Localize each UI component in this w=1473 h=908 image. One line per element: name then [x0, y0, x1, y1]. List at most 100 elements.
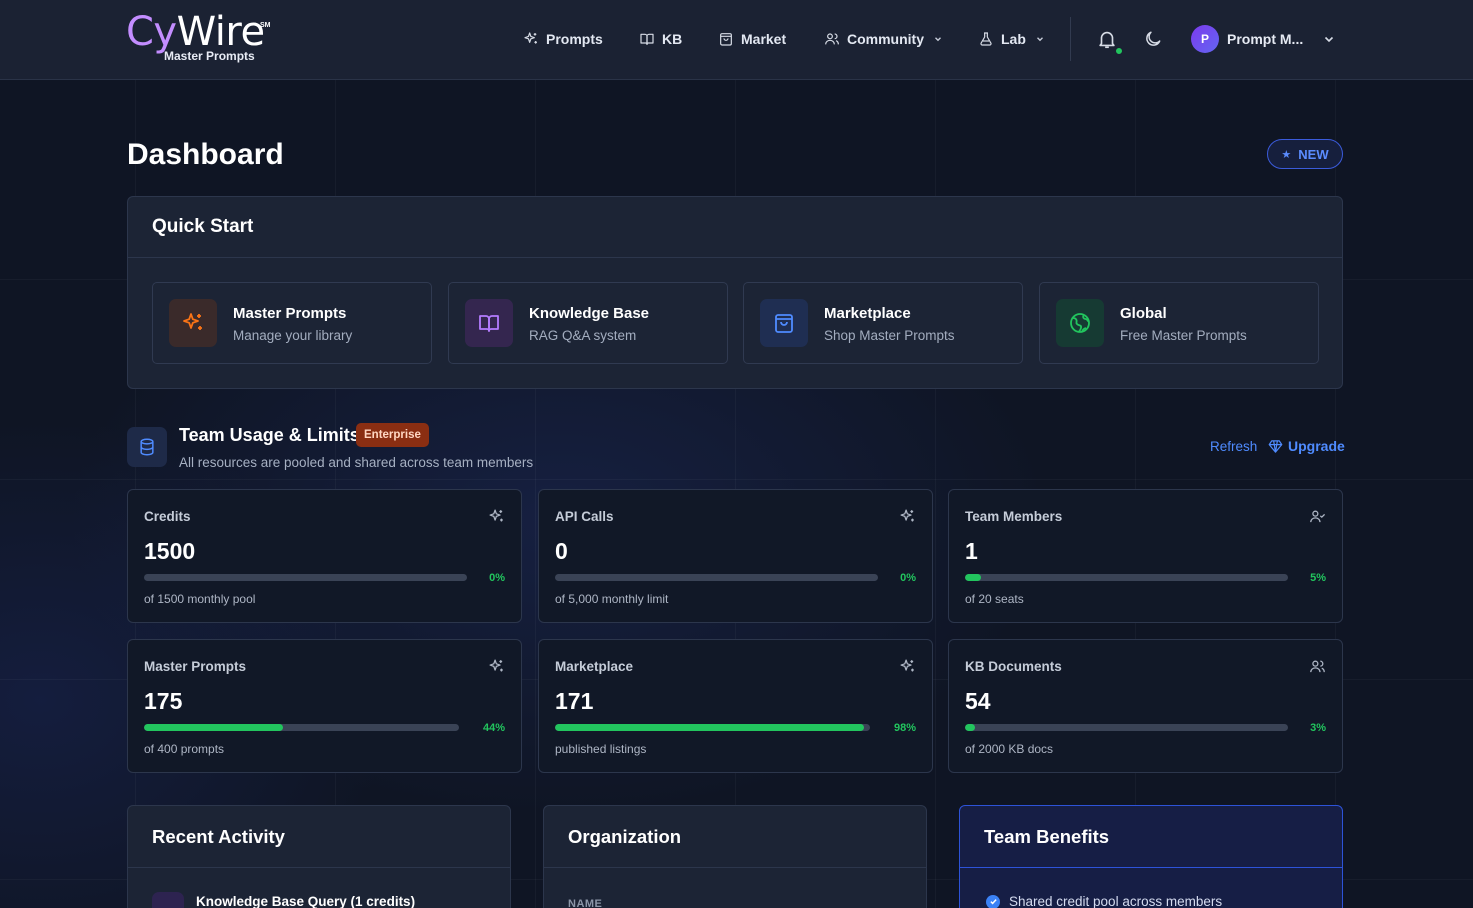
- book-icon: [640, 33, 654, 45]
- shopping-bag-icon: [775, 314, 793, 333]
- quick-start-card-title: Marketplace: [824, 305, 911, 322]
- usage-stat-card: Marketplace 171 98% published listings: [538, 639, 933, 773]
- activity-icon: [152, 892, 184, 908]
- stat-label: API Calls: [555, 509, 614, 524]
- shopping-bag-icon: [720, 33, 732, 46]
- stat-note: published listings: [555, 742, 647, 756]
- stat-percent: 98%: [893, 722, 916, 734]
- quick-start-panel: Quick Start Master Prompts Manage your l…: [127, 196, 1343, 389]
- plan-badge: Enterprise: [356, 423, 429, 447]
- quick-start-card-marketplace[interactable]: Marketplace Shop Master Prompts: [743, 282, 1023, 364]
- quick-start-card-master-prompts[interactable]: Master Prompts Manage your library: [152, 282, 432, 364]
- flask-icon: [980, 32, 992, 46]
- chevron-down-icon: [1036, 37, 1043, 42]
- database-icon: [127, 427, 167, 467]
- stat-note: of 400 prompts: [144, 742, 225, 756]
- stat-percent: 3%: [1310, 722, 1326, 734]
- usage-progress-bar: [555, 574, 878, 581]
- usage-progress-bar: [555, 724, 870, 731]
- nav-prompts[interactable]: Prompts: [523, 29, 603, 49]
- check-circle-icon: [986, 894, 1000, 908]
- globe-icon: [1070, 313, 1090, 333]
- quick-start-card-subtitle: Manage your library: [233, 328, 353, 343]
- logo-tagline: Master Prompts: [164, 49, 255, 63]
- user-menu[interactable]: P Prompt M...: [1191, 25, 1335, 53]
- usage-progress-bar: [144, 724, 459, 731]
- quick-start-icon-box: [760, 299, 808, 347]
- quick-start-card-knowledge-base[interactable]: Knowledge Base RAG Q&A system: [448, 282, 728, 364]
- quick-start-card-title: Master Prompts: [233, 305, 347, 322]
- quick-start-card-subtitle: Free Master Prompts: [1120, 328, 1247, 343]
- sparkles-icon: [183, 313, 202, 330]
- refresh-link[interactable]: Refresh: [1210, 439, 1257, 454]
- stat-value: 1500: [144, 538, 196, 564]
- upgrade-link[interactable]: Upgrade: [1268, 438, 1345, 454]
- usage-progress-fill: [144, 724, 283, 731]
- quick-start-card-global[interactable]: Global Free Master Prompts: [1039, 282, 1319, 364]
- avatar: P: [1191, 25, 1219, 53]
- usage-progress-bar: [144, 574, 467, 581]
- book-open-icon: [479, 315, 499, 332]
- organization-panel: Organization NAME: [543, 805, 927, 908]
- recent-activity-title: Recent Activity: [128, 806, 510, 868]
- usage-stat-card: Credits 1500 0% of 1500 monthly pool: [127, 489, 522, 623]
- chevron-down-icon: [1325, 36, 1334, 43]
- usage-stat-card: Team Members 1 5% of 20 seats: [948, 489, 1343, 623]
- moon-icon[interactable]: [1143, 29, 1163, 49]
- nav-market[interactable]: Market: [718, 29, 786, 49]
- user-name: Prompt M...: [1227, 31, 1304, 47]
- user-check-icon: [1310, 510, 1326, 523]
- stat-percent: 0%: [900, 572, 916, 584]
- chevron-down-icon: [935, 37, 941, 42]
- stat-label: Master Prompts: [144, 659, 247, 674]
- stat-label: Marketplace: [555, 659, 634, 674]
- bell-icon[interactable]: [1096, 28, 1118, 50]
- quick-start-icon-box: [465, 299, 513, 347]
- usage-subtitle: All resources are pooled and shared acro…: [179, 455, 534, 470]
- activity-item[interactable]: Knowledge Base Query (1 credits): [196, 894, 415, 908]
- sparkles-icon: [524, 32, 537, 44]
- usage-title: Team Usage & Limits: [179, 425, 360, 445]
- usage-progress-bar: [965, 574, 1288, 581]
- sparkles-icon: [489, 509, 503, 522]
- usage-progress-fill: [965, 574, 982, 581]
- usage-progress-bar: [965, 724, 1288, 731]
- stat-percent: 5%: [1310, 572, 1326, 584]
- quick-start-card-title: Global: [1120, 305, 1167, 322]
- usage-progress-fill: [965, 724, 975, 731]
- sparkles-icon: [900, 659, 914, 672]
- stat-note: of 20 seats: [965, 592, 1024, 606]
- team-benefits-title: Team Benefits: [960, 806, 1342, 868]
- new-badge[interactable]: ★ NEW: [1267, 139, 1343, 169]
- nav-divider: [1070, 17, 1071, 61]
- quick-start-card-subtitle: RAG Q&A system: [529, 328, 637, 343]
- stat-label: Credits: [144, 509, 191, 524]
- nav-lab[interactable]: Lab: [978, 29, 1045, 49]
- usage-stat-card: API Calls 0 0% of 5,000 monthly limit: [538, 489, 933, 623]
- users-icon: [825, 33, 839, 45]
- nav-community[interactable]: Community: [824, 29, 943, 49]
- dashboard-main: Dashboard ★ NEW Quick Start Master Promp…: [0, 0, 1473, 908]
- usage-progress-fill: [555, 724, 864, 731]
- top-navbar: CyWire SM Master Prompts Prompts KB Mark…: [0, 0, 1473, 80]
- stat-value: 171: [555, 688, 594, 714]
- stat-percent: 44%: [482, 722, 505, 734]
- notification-dot: [1115, 47, 1123, 55]
- stat-value: 54: [965, 688, 991, 714]
- usage-stat-card: Master Prompts 175 44% of 400 prompts: [127, 639, 522, 773]
- benefit-item: Shared credit pool across members: [986, 894, 1222, 908]
- users-icon: [1310, 660, 1325, 673]
- org-name-label: NAME: [568, 898, 603, 908]
- nav-kb[interactable]: KB: [639, 29, 682, 49]
- recent-activity-panel: Recent Activity Knowledge Base Query (1 …: [127, 805, 511, 908]
- stat-label: Team Members: [965, 509, 1063, 524]
- organization-title: Organization: [544, 806, 926, 868]
- team-benefits-panel: Team Benefits Shared credit pool across …: [959, 805, 1343, 908]
- page-title: Dashboard: [127, 138, 284, 171]
- sparkles-icon: [489, 659, 503, 672]
- stat-percent: 0%: [489, 572, 505, 584]
- brand-logo[interactable]: CyWire SM Master Prompts: [126, 12, 276, 64]
- quick-start-title: Quick Start: [128, 197, 1342, 258]
- stat-note: of 2000 KB docs: [965, 742, 1054, 756]
- stat-value: 0: [555, 538, 568, 564]
